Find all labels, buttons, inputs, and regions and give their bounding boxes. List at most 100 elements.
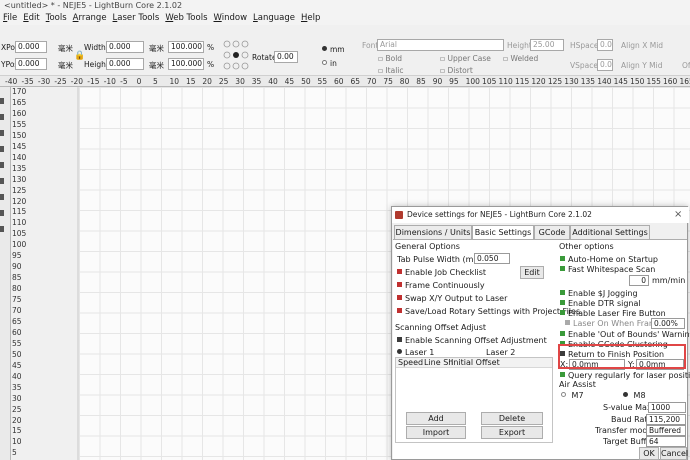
menu-tools[interactable]: Tools (43, 12, 70, 25)
svalue-input[interactable]: 1000 (648, 402, 686, 413)
ellipse-tool-icon[interactable] (0, 162, 4, 168)
select-tool-icon[interactable] (0, 98, 4, 104)
polygon-tool-icon[interactable] (0, 178, 4, 184)
menu-edit[interactable]: Edit (20, 12, 42, 25)
menu-arrange[interactable]: Arrange (70, 12, 110, 25)
menu-web-tools[interactable]: Web Tools (162, 12, 210, 25)
app-logo-icon (395, 211, 403, 219)
menu-window[interactable]: Window (211, 12, 251, 25)
width-input[interactable]: 0.000 (106, 41, 144, 53)
swap-xy-check[interactable]: Swap X/Y Output to Laser (397, 294, 507, 303)
v-ruler-tick: 5 (12, 448, 17, 458)
export-button[interactable]: Export (481, 426, 543, 439)
h-ruler-tick: -30 (37, 77, 51, 86)
laser-on-framing-input[interactable]: 0.00% (651, 318, 685, 329)
menu-file[interactable]: File (0, 12, 20, 25)
welded-check[interactable]: ▫ Welded (503, 54, 538, 63)
xpos-input[interactable]: 0.000 (15, 41, 47, 53)
scale-x-percent: % (207, 43, 215, 52)
m7-radio[interactable]: M7 (561, 391, 584, 400)
v-ruler-tick: 20 (12, 415, 22, 425)
auto-home-check[interactable]: Auto-Home on Startup (560, 255, 658, 264)
bold-check[interactable]: ▫ Bold (378, 54, 402, 63)
tab-dimensions-units[interactable]: Dimensions / Units (394, 225, 472, 239)
distort-check[interactable]: ▫ Distort (440, 66, 473, 75)
enable-fire-button-check[interactable]: Enable Laser Fire Button (560, 309, 666, 318)
scale-y-input[interactable]: 100.000 (168, 58, 204, 70)
tab-additional-settings[interactable]: Additional Settings (570, 225, 650, 239)
other-options-heading: Other options (559, 242, 614, 251)
v-ruler-tick: 55 (12, 338, 22, 348)
h-ruler-tick: 20 (202, 77, 212, 86)
menu-language[interactable]: Language (250, 12, 298, 25)
m8-radio[interactable]: M8 (623, 391, 646, 400)
h-ruler-tick: 90 (432, 77, 443, 86)
whitespace-input[interactable]: 0 (629, 275, 649, 286)
save-rotary-check[interactable]: Save/Load Rotary Settings with Project F… (397, 307, 580, 316)
tab-gcode[interactable]: GCode (534, 225, 570, 239)
ypos-unit: 毫米 (58, 61, 73, 70)
ok-button[interactable]: OK (639, 447, 659, 460)
v-ruler-tick: 60 (12, 327, 22, 337)
enable-jogging-check[interactable]: Enable $J Jogging (560, 289, 638, 298)
menu-bar: File Edit Tools Arrange Laser Tools Web Tools… (0, 12, 690, 25)
hspace-input[interactable]: 0.00 (597, 39, 613, 51)
add-button[interactable]: Add (406, 412, 466, 425)
v-ruler-tick: 95 (12, 251, 22, 261)
h-ruler-tick: 75 (383, 77, 393, 86)
frame-continuously-check[interactable]: Frame Continuously (397, 281, 485, 290)
in-radio[interactable]: in (322, 59, 337, 68)
mm-radio[interactable]: mm (322, 45, 345, 54)
cancel-button[interactable]: Cancel (660, 447, 688, 460)
menu-laser-tools[interactable]: Laser Tools (110, 12, 163, 25)
v-ruler-tick: 85 (12, 273, 22, 283)
h-ruler-tick: 150 (630, 77, 645, 86)
align-y-select[interactable]: Align Y Mid (621, 61, 662, 70)
height-input[interactable]: 0.000 (106, 58, 144, 70)
text-tool-icon[interactable] (0, 194, 4, 200)
anchor-grid[interactable] (223, 40, 250, 70)
laser-on-framing-check[interactable]: Laser On When Framin (565, 319, 664, 328)
line-tool-icon[interactable] (0, 130, 4, 136)
baud-rate-select[interactable]: 115,200 (646, 414, 686, 425)
h-ruler-tick: 105 (482, 77, 497, 86)
enable-scanning-offset-check[interactable]: Enable Scanning Offset Adjustment (397, 336, 547, 345)
vspace-input[interactable]: 0.00 (597, 59, 613, 71)
tab-basic-settings[interactable]: Basic Settings (472, 225, 534, 239)
query-position-check[interactable]: Query regularly for laser position (560, 371, 690, 380)
transfer-mode-label: Transfer mode (595, 426, 653, 435)
close-icon[interactable]: × (674, 207, 682, 223)
align-x-select[interactable]: Align X Mid (621, 41, 663, 50)
transfer-mode-select[interactable]: Buffered (646, 425, 686, 436)
italic-check[interactable]: ▫ Italic (378, 66, 404, 75)
delete-button[interactable]: Delete (481, 412, 543, 425)
fast-whitespace-check[interactable]: Fast Whitespace Scan (560, 265, 655, 274)
v-ruler-tick: 120 (12, 196, 27, 206)
v-ruler-tick: 30 (12, 393, 22, 403)
menu-help[interactable]: Help (298, 12, 323, 25)
edit-nodes-icon[interactable] (0, 114, 4, 120)
rectangle-tool-icon[interactable] (0, 146, 4, 152)
ypos-input[interactable]: 0.000 (15, 58, 47, 70)
enable-oob-check[interactable]: Enable 'Out of Bounds' Warning (560, 330, 690, 339)
upper-case-check[interactable]: ▫ Upper Case (440, 54, 491, 63)
v-ruler-tick: 40 (12, 371, 22, 381)
measure-tool-icon[interactable] (0, 226, 4, 232)
air-assist-label: Air Assist (559, 380, 596, 389)
target-buffer-input[interactable]: 64 (646, 436, 686, 447)
laser1-radio[interactable]: Laser 1 (397, 348, 434, 357)
import-button[interactable]: Import (406, 426, 466, 439)
v-ruler-tick: 165 (12, 97, 27, 107)
font-select[interactable]: Arial (377, 39, 504, 51)
tab-pulse-input[interactable]: 0.050 (474, 253, 510, 264)
rotate-input[interactable]: 0.00 (274, 51, 298, 63)
laser2-radio[interactable]: Laser 2 (486, 348, 515, 357)
enable-dtr-check[interactable]: Enable DTR signal (560, 299, 641, 308)
text-height-input[interactable]: 25.00 (530, 39, 564, 51)
scale-x-input[interactable]: 100.000 (168, 41, 204, 53)
h-ruler-tick: 130 (564, 77, 579, 86)
position-laser-icon[interactable] (0, 210, 4, 216)
edit-checklist-button[interactable]: Edit (520, 266, 544, 279)
job-checklist-check[interactable]: Enable Job Checklist (397, 268, 486, 277)
v-ruler-tick: 65 (12, 316, 22, 326)
